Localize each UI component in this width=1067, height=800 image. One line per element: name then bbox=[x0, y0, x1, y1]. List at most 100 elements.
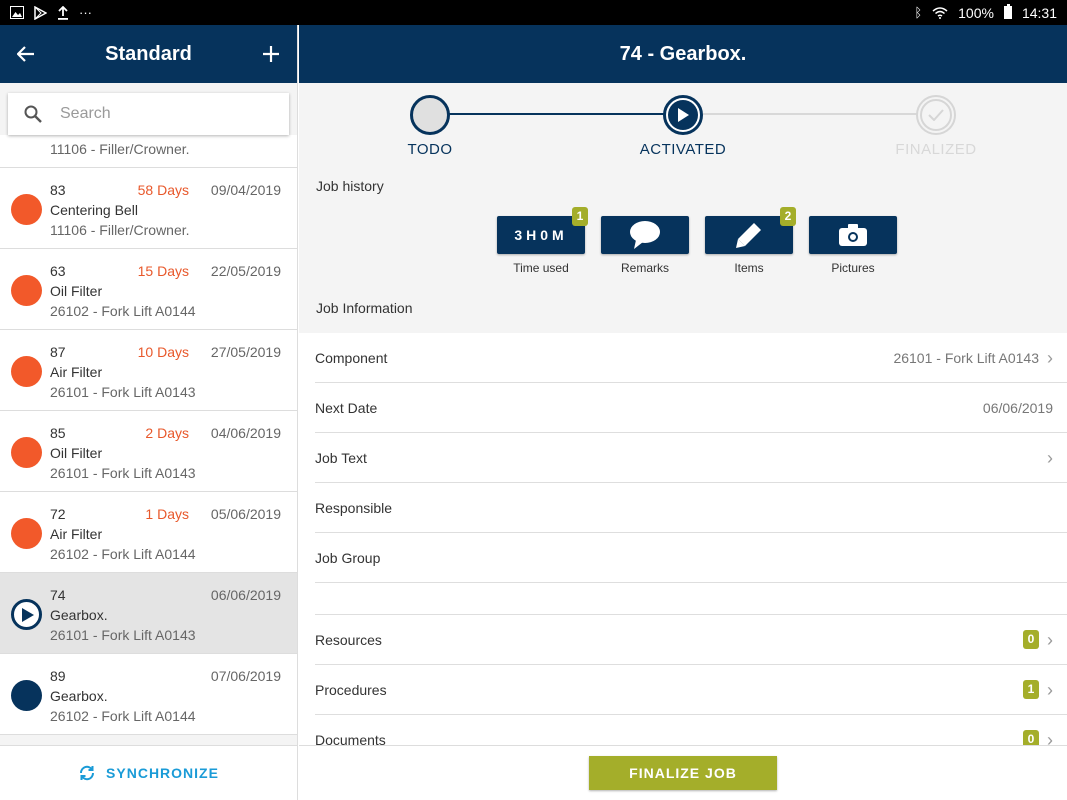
search-icon bbox=[24, 105, 42, 123]
component-key: Component bbox=[315, 349, 388, 366]
remarks-label: Remarks bbox=[620, 261, 669, 275]
overdue-status-icon bbox=[11, 437, 42, 468]
status-bar: ··· ᛒ 100% 14:31 bbox=[0, 0, 1067, 25]
job-list-item[interactable]: 87 10 Days 27/05/2019 Air Filter 26101 - For… bbox=[0, 330, 297, 411]
job-days-overdue: 2 Days bbox=[145, 425, 189, 441]
responsible-row: Responsible bbox=[315, 483, 1067, 533]
list-title: Standard bbox=[105, 42, 192, 65]
battery-percent: 100% bbox=[958, 4, 994, 21]
procedures-row[interactable]: Procedures 1 › bbox=[315, 665, 1067, 715]
job-due-date: 22/05/2019 bbox=[210, 263, 281, 279]
job-name: Gearbox. bbox=[50, 688, 108, 704]
job-text-row[interactable]: Job Text › bbox=[315, 433, 1067, 483]
items-label: Items bbox=[734, 261, 764, 275]
overdue-status-icon bbox=[11, 356, 42, 387]
chevron-right-icon: › bbox=[1047, 629, 1053, 650]
job-list-item[interactable]: 85 2 Days 04/06/2019 Oil Filter 26101 - Fork… bbox=[0, 411, 297, 492]
job-due-date: 07/06/2019 bbox=[210, 668, 281, 684]
procedures-count-badge: 1 bbox=[1023, 680, 1039, 699]
step-finalized: FINALIZED bbox=[876, 95, 996, 158]
job-number: 89 bbox=[50, 668, 66, 684]
job-information-list: Component 26101 - Fork Lift A0143 › Next… bbox=[315, 333, 1067, 765]
sync-icon bbox=[80, 765, 95, 781]
job-component: 26101 - Fork Lift A0143 bbox=[50, 627, 196, 643]
job-information-heading: Job Information bbox=[316, 300, 413, 316]
play-icon bbox=[11, 599, 42, 630]
chevron-right-icon: › bbox=[1047, 347, 1053, 368]
overdue-status-icon bbox=[11, 518, 42, 549]
play-icon bbox=[668, 100, 698, 130]
job-list-item[interactable]: 72 1 Days 05/06/2019 Air Filter 26102 - Fork… bbox=[0, 492, 297, 573]
action-bar: FINALIZE JOB bbox=[299, 745, 1067, 800]
scheduled-status-icon bbox=[11, 680, 42, 711]
job-history-buttons: 3H0M 1 Time used Remarks 2 Items Picture… bbox=[497, 207, 897, 275]
pictures-item: Pictures bbox=[809, 216, 897, 275]
job-list-panel: Standard 11106 - Filler/Crowner. 83 58 Da… bbox=[0, 25, 298, 800]
job-list-item[interactable]: 89 07/06/2019 Gearbox. 26102 - Fork Lift A0… bbox=[0, 654, 297, 735]
job-text-value-wrap: › bbox=[1047, 449, 1053, 467]
job-component: 26102 - Fork Lift A0144 bbox=[50, 708, 196, 724]
job-name: Centering Bell bbox=[50, 202, 138, 218]
procedures-key: Procedures bbox=[315, 681, 387, 698]
component-row[interactable]: Component 26101 - Fork Lift A0143 › bbox=[315, 333, 1067, 383]
resources-row[interactable]: Resources 0 › bbox=[315, 615, 1067, 665]
step-finalized-circle bbox=[916, 95, 956, 135]
resources-value-wrap: 0 › bbox=[1023, 630, 1053, 649]
list-item[interactable]: 11106 - Filler/Crowner. bbox=[0, 135, 297, 168]
items-item: 2 Items bbox=[705, 207, 796, 275]
finalize-job-button[interactable]: FINALIZE JOB bbox=[589, 756, 777, 790]
step-todo: TODO bbox=[370, 95, 490, 158]
play-store-icon bbox=[34, 5, 47, 20]
step-todo-circle bbox=[410, 95, 450, 135]
job-title: 74 - Gearbox. bbox=[619, 42, 747, 65]
more-dots-icon: ··· bbox=[79, 5, 92, 20]
job-group-row: Job Group bbox=[315, 533, 1067, 583]
remarks-button[interactable] bbox=[601, 216, 689, 254]
add-icon[interactable] bbox=[259, 42, 283, 66]
pictures-label: Pictures bbox=[831, 261, 875, 275]
step-activated: ACTIVATED bbox=[623, 95, 743, 158]
synchronize-button[interactable]: SYNCHRONIZE bbox=[0, 745, 297, 800]
bluetooth-icon: ᛒ bbox=[914, 5, 923, 20]
search-input[interactable] bbox=[60, 105, 260, 123]
step-finalized-label: FINALIZED bbox=[895, 141, 977, 158]
clock: 14:31 bbox=[1021, 4, 1057, 21]
job-component: 11106 - Filler/Crowner. bbox=[50, 222, 190, 238]
job-list-item[interactable]: 83 58 Days 09/04/2019 Centering Bell 11106 -… bbox=[0, 168, 297, 249]
resources-count-badge: 0 bbox=[1023, 630, 1039, 649]
chevron-right-icon: › bbox=[1047, 679, 1053, 700]
time-used-item: 3H0M 1 Time used bbox=[497, 207, 588, 275]
chevron-right-icon: › bbox=[1047, 447, 1053, 468]
pencil-icon bbox=[736, 223, 761, 248]
next-date-value: 06/06/2019 bbox=[982, 399, 1053, 416]
remarks-item: Remarks bbox=[601, 216, 689, 275]
job-detail-panel: 74 - Gearbox. TODO ACTIVATED FINALIZED J… bbox=[299, 25, 1067, 800]
pictures-button[interactable] bbox=[809, 216, 897, 254]
job-summary: TODO ACTIVATED FINALIZED Job history 3H0 bbox=[299, 83, 1067, 333]
back-arrow-icon[interactable] bbox=[14, 42, 38, 66]
job-days-overdue: 10 Days bbox=[137, 344, 189, 360]
job-list-item[interactable]: 74 06/06/2019 Gearbox. 26101 - Fork Lift A0… bbox=[0, 573, 297, 654]
job-due-date: 09/04/2019 bbox=[210, 182, 281, 198]
job-number: 85 bbox=[50, 425, 66, 441]
battery-icon bbox=[1003, 4, 1012, 19]
search-box[interactable] bbox=[8, 93, 289, 135]
image-icon bbox=[10, 6, 24, 19]
section-divider bbox=[315, 583, 1067, 615]
component-value-wrap: 26101 - Fork Lift A0143 › bbox=[893, 349, 1053, 367]
job-number: 87 bbox=[50, 344, 66, 360]
job-component: 26102 - Fork Lift A0144 bbox=[50, 303, 196, 319]
job-due-date: 05/06/2019 bbox=[210, 506, 281, 522]
left-header: Standard bbox=[0, 25, 297, 83]
next-date-row: Next Date 06/06/2019 bbox=[315, 383, 1067, 433]
wifi-icon bbox=[932, 6, 948, 19]
job-history-heading: Job history bbox=[316, 178, 384, 194]
step-activated-circle bbox=[663, 95, 703, 135]
next-date-key: Next Date bbox=[315, 399, 378, 416]
job-number: 83 bbox=[50, 182, 66, 198]
job-component: 26102 - Fork Lift A0144 bbox=[50, 546, 196, 562]
detail-header: 74 - Gearbox. bbox=[299, 25, 1067, 83]
step-activated-label: ACTIVATED bbox=[639, 141, 727, 158]
job-list-item[interactable]: 63 15 Days 22/05/2019 Oil Filter 26102 - For… bbox=[0, 249, 297, 330]
job-component: 11106 - Filler/Crowner. bbox=[50, 141, 190, 157]
